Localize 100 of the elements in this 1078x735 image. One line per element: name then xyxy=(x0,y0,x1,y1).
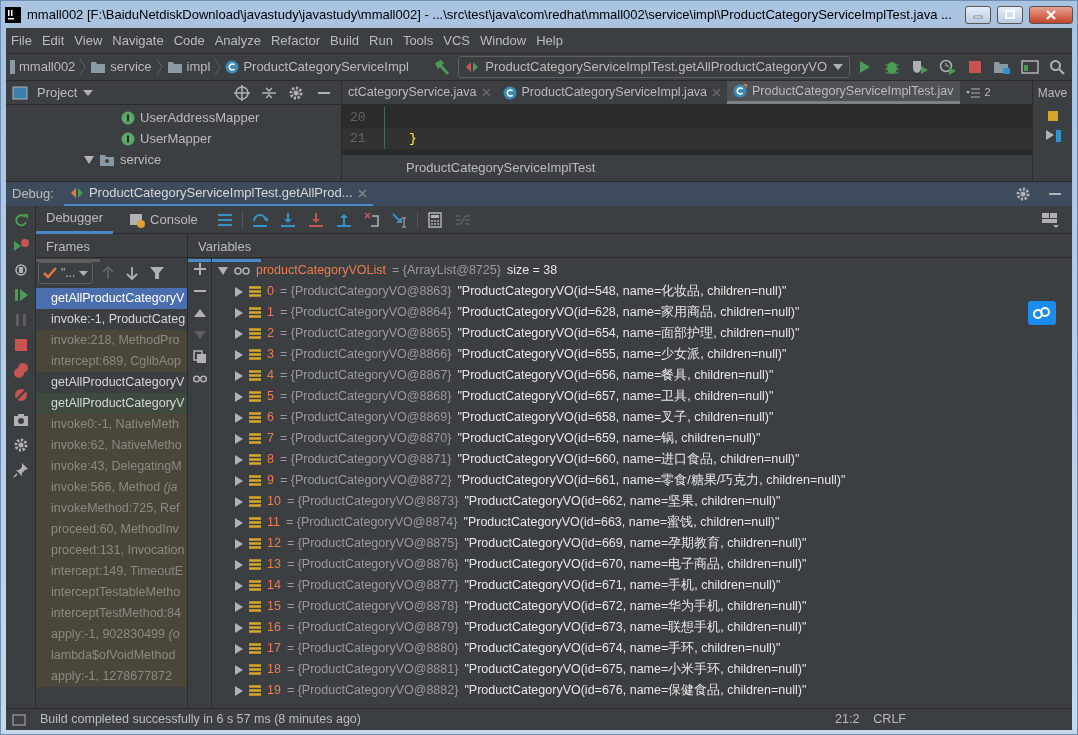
breadcrumb-item[interactable]: impl xyxy=(186,57,211,77)
run-configuration-dropdown[interactable]: ProductCategoryServiceImplTest.getAllProductCategoryVO xyxy=(458,56,850,78)
stop-icon[interactable] xyxy=(12,337,29,353)
stack-frame[interactable]: getAllProductCategoryV xyxy=(36,393,187,414)
editor-tab[interactable]: ctCategoryService.java xyxy=(342,81,497,104)
tab-list-button[interactable]: 2 xyxy=(959,81,997,104)
step-into-icon[interactable] xyxy=(279,211,296,228)
settings-icon[interactable] xyxy=(288,84,304,101)
collapsed-arrow-icon[interactable] xyxy=(234,391,243,402)
pin-icon[interactable] xyxy=(12,462,29,478)
menu-item[interactable]: Help xyxy=(531,30,568,51)
breadcrumb-item[interactable]: mmall002 xyxy=(19,57,76,77)
collapsed-arrow-icon[interactable] xyxy=(234,622,243,633)
terminal-icon[interactable] xyxy=(1021,59,1039,75)
maximize-button[interactable] xyxy=(997,5,1023,24)
glasses-icon[interactable] xyxy=(192,372,207,386)
step-out-icon[interactable] xyxy=(335,211,352,228)
force-step-into-icon[interactable] xyxy=(307,211,324,228)
collapsed-arrow-icon[interactable] xyxy=(234,307,243,318)
rerun-icon[interactable] xyxy=(12,212,29,228)
bug-icon[interactable] xyxy=(883,59,901,75)
interface-icon xyxy=(121,131,135,146)
menu-item[interactable]: Navigate xyxy=(107,30,169,51)
collapsed-arrow-icon[interactable] xyxy=(234,349,243,360)
collapse-icon[interactable] xyxy=(262,85,276,100)
collapsed-arrow-icon[interactable] xyxy=(234,286,243,297)
collapsed-arrow-icon[interactable] xyxy=(234,559,243,570)
menu-item[interactable]: VCS xyxy=(438,30,475,51)
menu-item[interactable]: Code xyxy=(168,30,210,51)
calculator-icon[interactable] xyxy=(426,211,443,228)
resume-icon[interactable] xyxy=(12,287,29,303)
stop-icon[interactable] xyxy=(967,59,983,75)
collapsed-arrow-icon[interactable] xyxy=(234,496,243,507)
editor-breadcrumb[interactable]: ProductCategoryServiceImplTest xyxy=(406,158,596,178)
step-over-icon[interactable] xyxy=(251,211,268,228)
filter-icon[interactable] xyxy=(150,266,165,280)
collapsed-arrow-icon[interactable] xyxy=(234,580,243,591)
menu-item[interactable]: File xyxy=(6,30,37,51)
variable-reference: = {ProductCategoryVO@8877} xyxy=(286,577,459,595)
breakpoints-icon[interactable] xyxy=(12,362,29,378)
side-tab[interactable]: Mave xyxy=(1035,81,1070,105)
collapsed-arrow-icon[interactable] xyxy=(234,685,243,696)
line-separator[interactable]: CRLF xyxy=(873,710,906,729)
collapsed-arrow-icon[interactable] xyxy=(234,454,243,465)
mute-breakpoints-icon[interactable] xyxy=(12,387,29,403)
tree-item[interactable]: service xyxy=(6,149,341,170)
camera-icon[interactable] xyxy=(12,412,29,428)
hammer-icon[interactable] xyxy=(433,59,452,75)
menu-item[interactable]: Edit xyxy=(36,30,70,51)
menu-item[interactable]: Window xyxy=(474,30,532,51)
collapsed-arrow-icon[interactable] xyxy=(234,538,243,549)
menu-item[interactable]: Analyze xyxy=(209,30,266,51)
menu-item[interactable]: Refactor xyxy=(265,30,326,51)
menu-item[interactable]: Build xyxy=(325,30,364,51)
collapsed-arrow-icon[interactable] xyxy=(234,517,243,528)
copy-icon[interactable] xyxy=(192,350,207,364)
expanded-arrow-icon[interactable] xyxy=(218,265,228,276)
settings-icon[interactable] xyxy=(12,437,29,453)
collapsed-arrow-icon[interactable] xyxy=(234,643,243,654)
cursor-position[interactable]: 21:2 xyxy=(835,710,860,729)
debug-session-tab[interactable]: ProductCategoryServiceImplTest.getAllProd... xyxy=(63,182,373,206)
run-to-cursor-icon[interactable] xyxy=(391,211,408,228)
minimize-button[interactable] xyxy=(965,5,991,24)
collapsed-arrow-icon[interactable] xyxy=(234,328,243,339)
editor-tab[interactable]: ProductCategoryServiceImplTest.jav xyxy=(727,81,960,104)
down-arrow-icon[interactable] xyxy=(126,266,139,280)
drop-frame-icon[interactable] xyxy=(363,211,380,228)
menu-item[interactable]: View xyxy=(69,30,108,51)
debugger-tab[interactable]: Debugger xyxy=(36,205,114,234)
debugger-tab[interactable]: Console xyxy=(119,205,208,234)
settings-icon[interactable] xyxy=(1015,186,1031,202)
layout-icon[interactable] xyxy=(1041,211,1059,228)
collapsed-arrow-icon[interactable] xyxy=(234,433,243,444)
breadcrumb-item[interactable]: ProductCategoryServiceImpl xyxy=(243,57,409,77)
stack-frame[interactable]: getAllProductCategoryV xyxy=(36,288,187,309)
cloud-widget[interactable] xyxy=(1028,301,1056,325)
thread-dropdown[interactable]: "... xyxy=(38,262,94,284)
tree-item[interactable]: UserAddressMapper xyxy=(6,107,341,128)
search-icon[interactable] xyxy=(1049,59,1065,75)
collapsed-arrow-icon[interactable] xyxy=(234,370,243,381)
variables-tab[interactable]: Variables xyxy=(188,234,262,262)
play-nine-icon[interactable] xyxy=(12,237,29,253)
status-panel-icon[interactable] xyxy=(12,713,26,726)
tree-item[interactable]: UserMapper xyxy=(6,128,341,149)
collapsed-arrow-icon[interactable] xyxy=(234,664,243,675)
editor-tab[interactable]: ProductCategoryServiceImpl.java xyxy=(496,81,728,104)
folder-grid-icon[interactable] xyxy=(993,59,1011,75)
menu-item[interactable]: Tools xyxy=(397,30,439,51)
collapsed-arrow-icon[interactable] xyxy=(234,412,243,423)
close-button[interactable] xyxy=(1029,5,1073,24)
collapsed-arrow-icon[interactable] xyxy=(234,601,243,612)
crosshair-icon[interactable] xyxy=(234,84,250,101)
add-icon[interactable] xyxy=(192,262,207,276)
clock-play-icon[interactable] xyxy=(939,59,957,75)
collapsed-arrow-icon[interactable] xyxy=(234,475,243,486)
menu-icon[interactable] xyxy=(216,212,233,227)
project-view-dropdown[interactable]: Project xyxy=(34,82,97,103)
breadcrumb-item[interactable]: service xyxy=(110,57,152,77)
shield-play-icon[interactable] xyxy=(911,59,929,75)
menu-item[interactable]: Run xyxy=(364,30,398,51)
